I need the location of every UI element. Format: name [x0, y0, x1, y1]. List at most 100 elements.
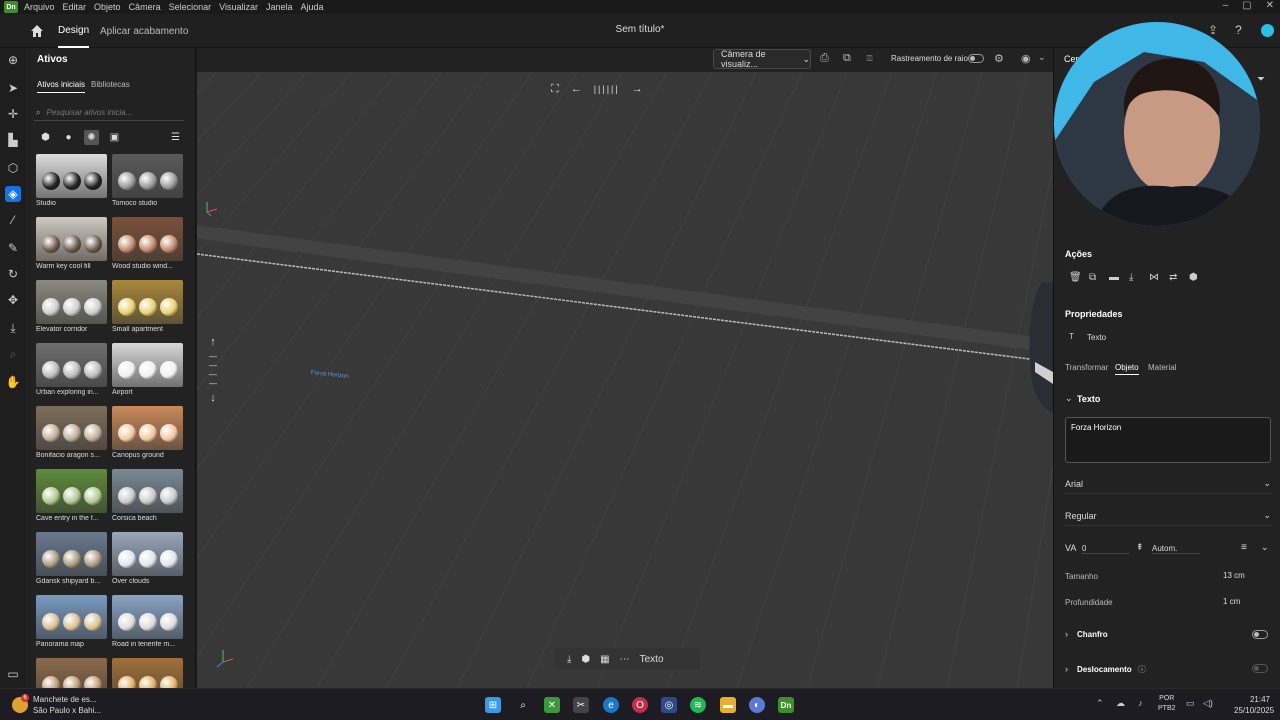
- delete-icon[interactable]: 🗑: [1069, 272, 1082, 283]
- arrow-right-icon[interactable]: →: [632, 83, 643, 95]
- snipping-tool-icon[interactable]: ✂: [573, 697, 589, 713]
- asset-tile[interactable]: Road in tenerife m...: [112, 595, 183, 648]
- cloud-icon[interactable]: ☁: [1116, 698, 1125, 709]
- mic-icon[interactable]: ♪: [1138, 698, 1143, 708]
- font-family-select[interactable]: Arial ⌄: [1065, 474, 1271, 494]
- more-icon[interactable]: ⋯: [620, 654, 630, 665]
- bevel-toggle[interactable]: [1252, 630, 1268, 639]
- list-view-icon[interactable]: ☰: [168, 130, 183, 145]
- dimension-app-icon[interactable]: Dn: [778, 697, 794, 713]
- tab-transform[interactable]: Transformar: [1065, 363, 1108, 372]
- size-value[interactable]: 13 cm: [1223, 571, 1245, 580]
- drop-icon[interactable]: ⤓: [567, 654, 571, 665]
- maximize-icon[interactable]: ▢: [1242, 0, 1251, 11]
- share-icon[interactable]: ⇪: [1208, 23, 1218, 37]
- asset-tile[interactable]: Airport: [112, 343, 183, 396]
- menu-ajuda[interactable]: Ajuda: [301, 2, 324, 12]
- cube-tool-icon[interactable]: ⬡: [5, 160, 21, 176]
- dolly-tool-icon[interactable]: ⤓: [5, 320, 21, 336]
- menu-arquivo[interactable]: Arquivo: [24, 2, 55, 12]
- app-icon[interactable]: ◐: [749, 697, 765, 713]
- asset-tile[interactable]: Corsica beach: [112, 469, 183, 522]
- move-tool-icon[interactable]: ✛: [5, 106, 21, 122]
- align-icon[interactable]: ≡: [1241, 542, 1247, 553]
- duplicate-icon[interactable]: ⧉: [1089, 272, 1096, 283]
- add-icon[interactable]: ⊕: [5, 52, 21, 68]
- opera-icon[interactable]: O: [632, 697, 648, 713]
- offset-toggle[interactable]: [1252, 664, 1268, 673]
- menu-editar[interactable]: Editar: [63, 2, 87, 12]
- eyedropper-icon[interactable]: ✎: [5, 240, 21, 256]
- tracking-input[interactable]: 0: [1082, 544, 1130, 554]
- font-style-select[interactable]: Regular ⌄: [1065, 506, 1271, 526]
- camera-select[interactable]: Câmera de visualiz... ⌄: [713, 49, 811, 69]
- raytrace-toggle[interactable]: [968, 54, 984, 63]
- hand-tool-icon[interactable]: ✋: [5, 374, 21, 390]
- camera-remove-icon[interactable]: ⧈: [866, 52, 873, 65]
- search-icon[interactable]: ⌕: [515, 697, 531, 713]
- filter-models-icon[interactable]: ⬢: [38, 130, 53, 145]
- menu-objeto[interactable]: Objeto: [94, 2, 121, 12]
- info-icon[interactable]: ⓘ: [1138, 664, 1146, 675]
- zoom-tool-icon[interactable]: ⌕: [5, 346, 21, 362]
- asset-tile[interactable]: Tomoco studio: [112, 154, 183, 207]
- spotify-icon[interactable]: ≋: [690, 697, 706, 713]
- asset-tile[interactable]: Urban exploring in...: [36, 343, 107, 396]
- asset-tile[interactable]: Bonifacio aragon s...: [36, 406, 107, 459]
- leading-input[interactable]: Autom.: [1152, 544, 1200, 554]
- viewport-canvas[interactable]: Forza Horizon: [197, 72, 1053, 688]
- align-tool-icon[interactable]: ▙: [5, 132, 21, 148]
- asset-tile[interactable]: Small apartment: [112, 280, 183, 333]
- avatar[interactable]: [1261, 24, 1274, 37]
- filter-icon[interactable]: ⏷: [1257, 74, 1265, 85]
- speaker-icon[interactable]: ◁): [1203, 698, 1213, 709]
- filter-lights-icon[interactable]: ✺: [84, 130, 99, 145]
- chevron-down-icon[interactable]: ⌄: [1065, 393, 1073, 404]
- panel-toggle-icon[interactable]: ▭: [5, 666, 21, 682]
- asset-tile[interactable]: Elevator corridor: [36, 280, 107, 333]
- camera-add-icon[interactable]: ⧉: [843, 52, 851, 65]
- file-explorer-icon[interactable]: ▬: [720, 697, 736, 713]
- windows-start-icon[interactable]: ⊞: [485, 697, 501, 713]
- arrow-left-icon[interactable]: ←: [571, 83, 582, 95]
- eye-icon[interactable]: ◉: [1021, 52, 1031, 65]
- chevron-right-icon[interactable]: ›: [1065, 664, 1068, 674]
- tab-object[interactable]: Objeto: [1115, 363, 1139, 375]
- convert-icon[interactable]: ⬢: [1189, 272, 1198, 283]
- asset-tile[interactable]: [36, 658, 107, 688]
- arrow-down-icon[interactable]: ↓: [207, 392, 219, 404]
- xbox-icon[interactable]: ✕: [544, 697, 560, 713]
- orbit-tool-icon[interactable]: ↻: [5, 266, 21, 282]
- language-indicator[interactable]: POR PTB2: [1158, 694, 1176, 714]
- menu-visualizar[interactable]: Visualizar: [219, 2, 258, 12]
- home-icon[interactable]: [30, 24, 44, 38]
- asset-search-input[interactable]: ⌕ Pesquisar ativos inicia...: [34, 105, 184, 121]
- tab-design[interactable]: Design: [58, 14, 90, 48]
- menu-janela[interactable]: Janela: [266, 2, 293, 12]
- scrub-ruler[interactable]: ||||||: [594, 84, 620, 94]
- steam-icon[interactable]: ◎: [661, 697, 677, 713]
- drop-to-ground-icon[interactable]: ⤓: [1129, 272, 1133, 283]
- asset-tile[interactable]: Warm key cool fill: [36, 217, 107, 270]
- chevron-right-icon[interactable]: ›: [1065, 629, 1068, 639]
- text-button[interactable]: Texto: [640, 654, 664, 665]
- render-settings-icon[interactable]: ⚙: [994, 52, 1004, 65]
- tab-material[interactable]: Material: [1148, 363, 1176, 372]
- pan-tool-icon[interactable]: ✥: [5, 292, 21, 308]
- mirror-icon[interactable]: ⋈: [1149, 272, 1159, 283]
- model-icon[interactable]: ⬢: [581, 654, 590, 665]
- depth-value[interactable]: 1 cm: [1223, 597, 1240, 606]
- filter-images-icon[interactable]: ▣: [107, 130, 122, 145]
- swap-icon[interactable]: ⇄: [1169, 272, 1177, 283]
- tab-libraries[interactable]: Bibliotecas: [91, 80, 130, 89]
- tray-chevron-icon[interactable]: ⌃: [1096, 698, 1104, 709]
- material-tool-icon[interactable]: ◈: [5, 186, 21, 202]
- asset-tile[interactable]: Panorama map: [36, 595, 107, 648]
- help-icon[interactable]: ?: [1235, 23, 1242, 37]
- news-widget[interactable]: Manchete de es... São Paulo x Bahi...: [33, 694, 101, 716]
- asset-tile[interactable]: Cave entry in the f...: [36, 469, 107, 522]
- clock[interactable]: 21:47 25/10/2025: [1234, 694, 1274, 716]
- filter-materials-icon[interactable]: ●: [61, 130, 76, 145]
- arrow-up-icon[interactable]: ↑: [207, 336, 219, 348]
- chevron-down-icon[interactable]: ⌄: [1261, 542, 1269, 553]
